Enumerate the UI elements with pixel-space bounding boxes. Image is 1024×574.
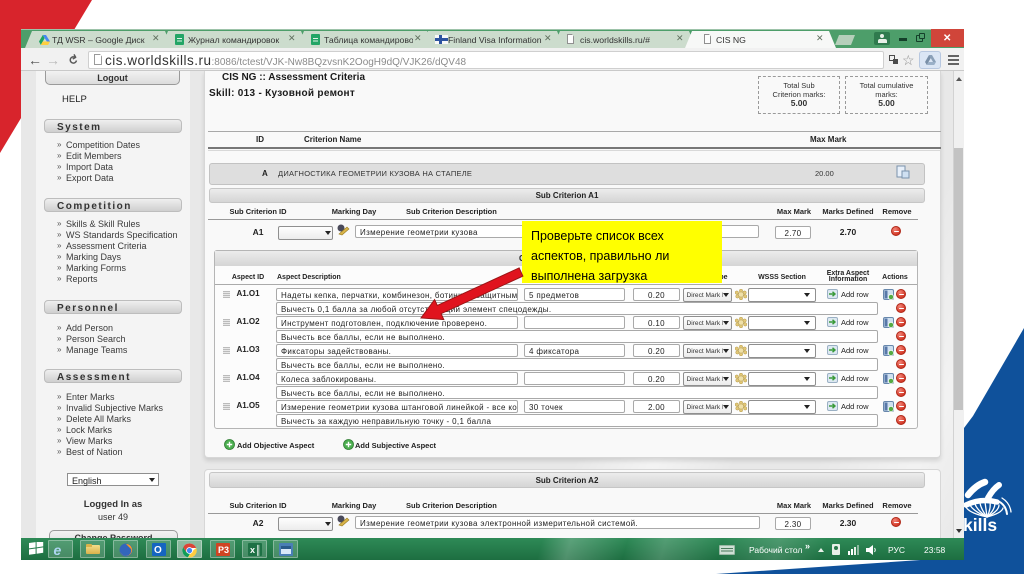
svg-text:kills: kills [963,515,997,534]
